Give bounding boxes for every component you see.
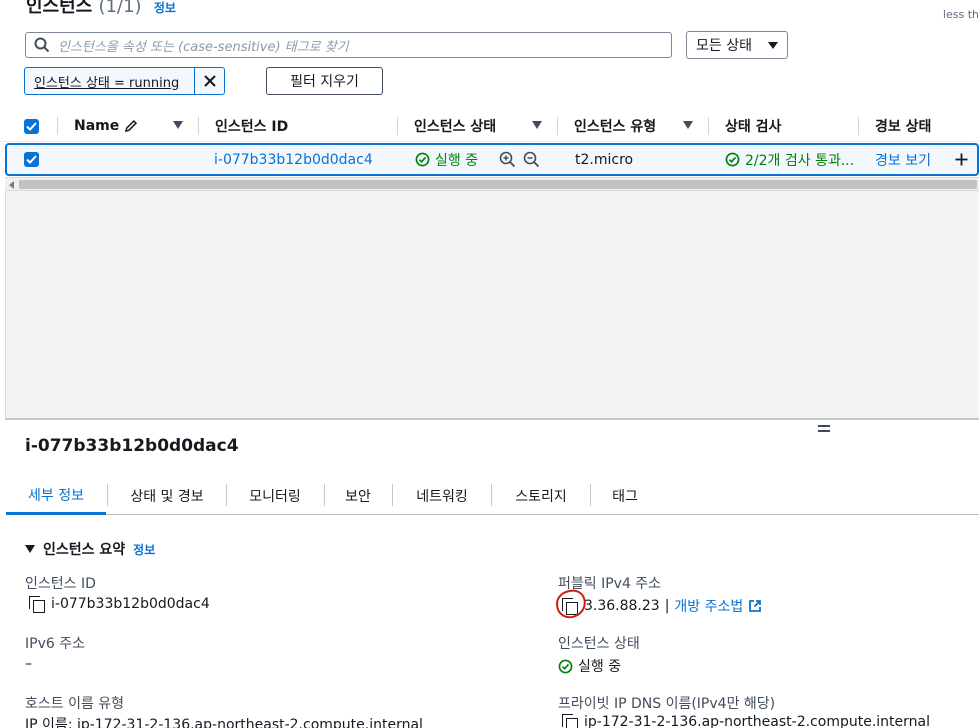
open-address-link[interactable]: 개방 주소법	[674, 596, 743, 616]
close-icon	[203, 75, 216, 87]
add-alarm-icon[interactable]	[955, 153, 968, 166]
scroll-left-icon[interactable]	[9, 181, 14, 189]
table-row[interactable]: i-077b33b12b0d0dac4 실행 중 t2.micro 2/2개 검…	[5, 143, 979, 176]
filter-token[interactable]: 인스턴스 상태 = running	[24, 67, 225, 95]
scrollbar-thumb[interactable]	[19, 180, 977, 189]
sort-caret-icon[interactable]	[683, 121, 693, 129]
column-header-instance-state[interactable]: 인스턴스 상태	[414, 110, 496, 142]
check-icon	[26, 122, 37, 131]
tab-status-alarms[interactable]: 상태 및 경보	[108, 478, 226, 513]
drag-handle-icon[interactable]	[818, 425, 830, 435]
pencil-icon	[125, 119, 138, 132]
hostname-type-label: 호스트 이름 유형	[25, 696, 125, 712]
ipv6-label: IPv6 주소	[25, 636, 85, 652]
success-icon	[725, 152, 740, 167]
table-empty-area	[5, 191, 979, 419]
private-dns-value: ip-172-31-2-136.ap-northeast-2.compute.i…	[562, 714, 930, 728]
tab-networking[interactable]: 네트워킹	[393, 478, 491, 513]
search-icon	[34, 37, 50, 53]
instance-id-value: i-077b33b12b0d0dac4	[29, 596, 210, 613]
search-placeholder: 인스턴스을 속성 또는 (case-sensitive) 태그로 찾기	[58, 39, 349, 55]
sort-caret-icon[interactable]	[532, 121, 542, 129]
success-icon	[558, 659, 573, 673]
zoom-in-icon[interactable]	[499, 151, 516, 168]
instance-state-label: 인스턴스 상태	[558, 636, 640, 652]
instance-id-label: 인스턴스 ID	[25, 576, 96, 592]
tab-details[interactable]: 세부 정보	[6, 478, 106, 515]
row-instance-state: 실행 중	[415, 145, 478, 174]
column-header-status-check[interactable]: 상태 검사	[725, 110, 781, 142]
hostname-type-value: IP 이름: ip-172-31-2-136.ap-northeast-2.co…	[25, 717, 423, 728]
horizontal-scrollbar[interactable]	[5, 177, 979, 191]
tab-storage[interactable]: 스토리지	[492, 478, 590, 513]
public-ipv4-value: 3.36.88.23 | 개방 주소법	[562, 596, 762, 616]
copy-icon[interactable]	[562, 714, 578, 728]
instance-count: (1/1)	[98, 0, 142, 17]
view-alarms-link[interactable]: 경보 보기	[875, 145, 931, 174]
row-status-check: 2/2개 검사 통과...	[725, 145, 854, 174]
page-title: 인스턴스 (1/1) 정보	[26, 0, 176, 18]
filter-token-label: 인스턴스 상태 = running	[34, 75, 180, 91]
row-instance-id-link[interactable]: i-077b33b12b0d0dac4	[214, 145, 373, 174]
select-all-checkbox[interactable]	[24, 119, 39, 134]
detail-title: i-077b33b12b0d0dac4	[25, 436, 239, 456]
remove-filter-button[interactable]	[194, 68, 224, 94]
column-header-alarm-status[interactable]: 경보 상태	[875, 110, 931, 142]
table-header: Name 인스턴스 ID 인스턴스 상태 인스턴스 유형 상태 검사 경보 상태	[0, 110, 979, 142]
state-select[interactable]: 모든 상태	[686, 31, 788, 59]
success-icon	[415, 152, 430, 167]
zoom-out-icon[interactable]	[523, 151, 540, 168]
caret-down-icon	[768, 41, 778, 49]
instance-state-value: 실행 중	[558, 656, 621, 676]
clear-filters-button[interactable]: 필터 지우기	[266, 67, 383, 95]
private-dns-label: 프라이빗 IP DNS 이름(IPv4만 해당)	[558, 696, 776, 712]
sort-caret-icon[interactable]	[173, 121, 183, 129]
detail-tabs: 세부 정보 상태 및 경보 모니터링 보안 네트워킹 스토리지 태그	[6, 478, 979, 515]
external-link-icon[interactable]	[748, 599, 762, 613]
check-icon	[26, 155, 37, 164]
collapse-caret-icon	[25, 545, 35, 553]
copy-icon[interactable]	[29, 596, 45, 613]
info-link[interactable]: 정보	[154, 1, 176, 15]
tab-monitoring[interactable]: 모니터링	[227, 478, 323, 513]
page-title-text: 인스턴스	[26, 0, 93, 17]
split-divider[interactable]	[5, 418, 979, 420]
summary-info-link[interactable]: 정보	[133, 541, 155, 558]
state-select-value: 모든 상태	[696, 38, 752, 54]
column-header-instance-type[interactable]: 인스턴스 유형	[574, 110, 656, 142]
instance-summary-header[interactable]: 인스턴스 요약 정보	[25, 539, 155, 559]
tab-tags[interactable]: 태그	[591, 478, 659, 513]
tab-security[interactable]: 보안	[325, 478, 391, 513]
row-instance-type: t2.micro	[575, 151, 634, 168]
search-input[interactable]: 인스턴스을 속성 또는 (case-sensitive) 태그로 찾기	[25, 32, 672, 58]
column-header-name[interactable]: Name	[74, 110, 139, 142]
corner-note: less th	[942, 8, 979, 21]
ipv6-value: –	[25, 656, 32, 672]
row-checkbox[interactable]	[24, 152, 39, 167]
column-header-instance-id[interactable]: 인스턴스 ID	[215, 110, 288, 142]
